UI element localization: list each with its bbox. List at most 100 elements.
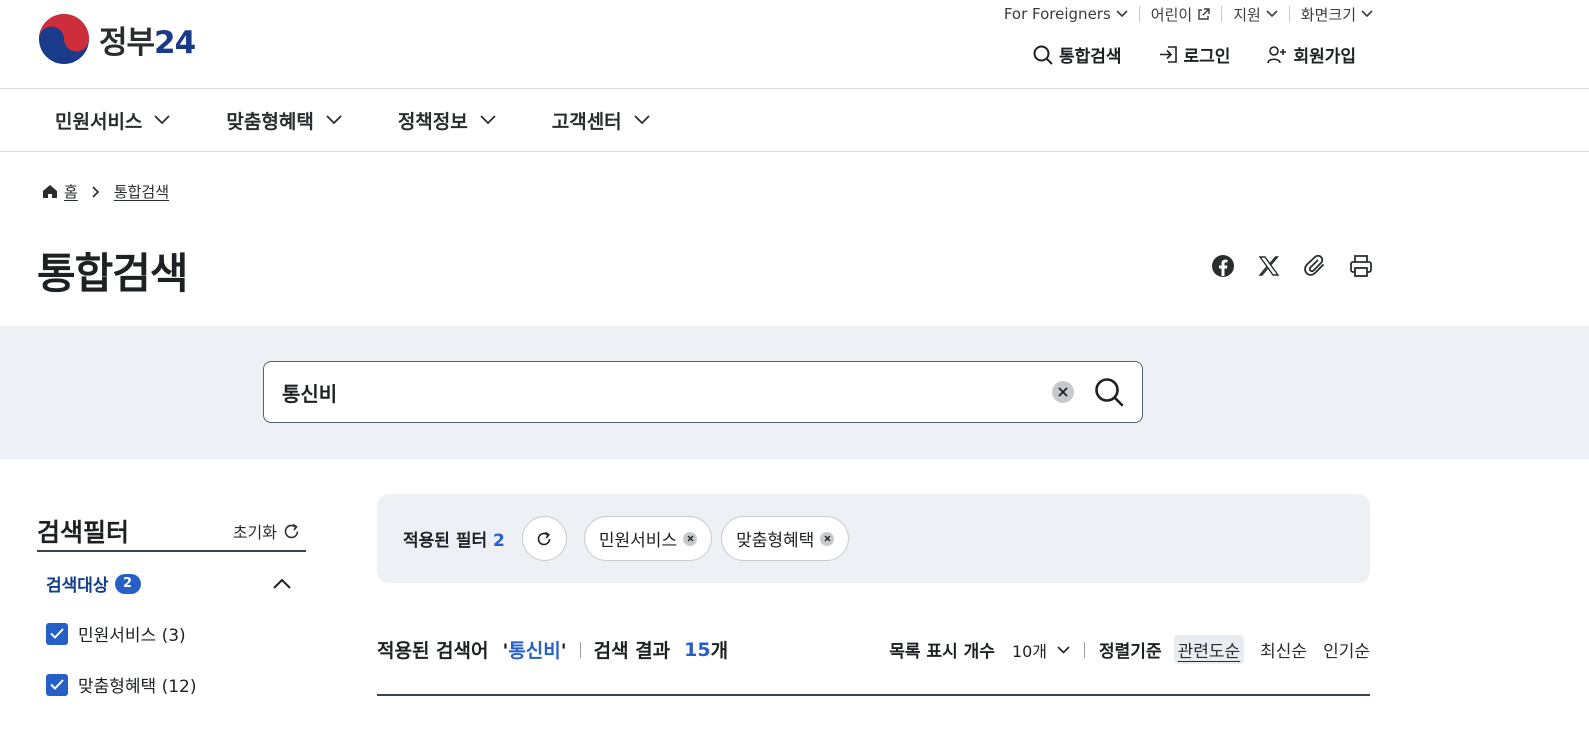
check-icon — [50, 679, 64, 690]
screen-size-menu[interactable]: 화면크기 — [1290, 4, 1373, 24]
chevron-down-icon — [1266, 10, 1278, 18]
sort-option-latest[interactable]: 최신순 — [1260, 637, 1307, 662]
gnb-label: 정책정보 — [397, 110, 468, 133]
login-button[interactable]: 로그인 — [1159, 42, 1231, 67]
header-search-button[interactable]: 통합검색 — [1033, 42, 1122, 67]
page-size-label: 목록 표시 개수 — [889, 642, 995, 662]
chevron-down-icon — [1057, 645, 1070, 654]
gnb-label: 고객센터 — [551, 110, 622, 133]
sort-option-relevance[interactable]: 관련도순 — [1173, 635, 1245, 664]
applied-filters-bar: 적용된 필터 2 민원서비스 맞춤형혜택 — [377, 494, 1370, 583]
close-icon — [824, 535, 831, 542]
filter-group-toggle[interactable]: 검색대상 2 — [37, 571, 306, 596]
external-link-icon — [1198, 7, 1210, 20]
support-menu[interactable]: 지원 — [1222, 4, 1289, 24]
share-toolbar — [1210, 253, 1374, 279]
refresh-icon — [284, 523, 299, 538]
check-icon — [50, 628, 64, 639]
filter-header: 검색필터 초기화 — [37, 512, 306, 552]
filter-option-label: 민원서비스 (3) — [78, 626, 186, 646]
global-nav: 민원서비스 맞춤형혜택 정책정보 고객센터 — [0, 89, 1589, 152]
gnb-item-custom-benefits[interactable]: 맞춤형혜택 — [226, 107, 342, 134]
print-button[interactable] — [1348, 253, 1374, 279]
page-size-value: 10개 — [1011, 641, 1048, 661]
results-summary-bar: 적용된 검색어 '통신비' 검색 결과 15 개 목록 표시 개수 10개 정렬기… — [377, 633, 1370, 696]
page-title: 통합검색 — [37, 249, 189, 298]
chevron-down-icon — [480, 115, 496, 125]
chevron-down-icon — [634, 115, 650, 125]
signup-button[interactable]: 회원가입 — [1267, 42, 1356, 67]
gnb-label: 민원서비스 — [55, 110, 143, 133]
for-foreigners-menu[interactable]: For Foreigners — [993, 4, 1139, 24]
sort-label: 정렬기준 — [1099, 642, 1162, 662]
gnb-item-policy-info[interactable]: 정책정보 — [398, 107, 496, 134]
filter-chip-custom-benefits[interactable]: 맞춤형혜택 — [721, 516, 850, 561]
header-actions: 통합검색 로그인 회원가입 — [1033, 42, 1356, 67]
link-icon — [1304, 254, 1324, 276]
page-size-select[interactable]: 10개 — [1012, 638, 1070, 662]
filter-chip-label: 맞춤형혜택 — [736, 531, 815, 551]
search-icon — [1033, 45, 1053, 65]
refresh-icon — [538, 531, 551, 545]
home-icon — [43, 185, 57, 198]
search-submit-button[interactable] — [1094, 377, 1124, 407]
kids-link[interactable]: 어린이 — [1140, 4, 1221, 24]
support-label: 지원 — [1233, 5, 1261, 24]
x-icon — [1258, 256, 1280, 276]
screen-size-label: 화면크기 — [1300, 5, 1356, 24]
gnb-item-customer-center[interactable]: 고객센터 — [552, 107, 650, 134]
filter-title: 검색필터 — [37, 518, 130, 547]
remove-chip-button[interactable] — [683, 531, 698, 546]
breadcrumb-current[interactable]: 통합검색 — [114, 181, 169, 202]
utility-menu: For Foreigners 어린이 지원 화면크기 — [993, 4, 1373, 24]
print-icon — [1350, 255, 1372, 277]
breadcrumb: 홈 통합검색 — [42, 181, 169, 202]
checkbox-checked[interactable] — [46, 622, 68, 645]
login-icon — [1159, 46, 1177, 63]
chevron-down-icon — [1116, 10, 1128, 18]
filter-reset-button[interactable]: 초기화 — [233, 519, 300, 543]
filter-chip-label: 민원서비스 — [598, 531, 678, 551]
clear-search-button[interactable] — [1052, 381, 1074, 403]
search-input[interactable] — [282, 380, 1052, 404]
login-label: 로그인 — [1183, 47, 1231, 67]
sort-option-popular[interactable]: 인기순 — [1323, 637, 1370, 662]
search-icon — [1095, 378, 1124, 407]
filter-chip-civil-service[interactable]: 민원서비스 — [583, 516, 713, 561]
result-count-label: 검색 결과 — [593, 640, 671, 662]
filter-option-civil-service[interactable]: 민원서비스 (3) — [46, 621, 306, 646]
summary-divider — [579, 641, 581, 658]
filter-option-label: 맞춤형혜택 (12) — [78, 677, 197, 697]
x-share-button[interactable] — [1256, 253, 1282, 279]
applied-filters-reset-button[interactable] — [521, 516, 567, 561]
for-foreigners-label: For Foreigners — [1003, 5, 1111, 23]
facebook-icon — [1212, 255, 1234, 277]
search-box — [263, 361, 1143, 423]
checkbox-checked[interactable] — [46, 673, 68, 696]
search-filter-panel: 검색필터 초기화 검색대상 2 민원서비스 (3) 맞춤형혜택 (12) — [37, 512, 306, 697]
taegeuk-emblem-icon — [39, 14, 89, 64]
applied-filters-label: 적용된 필터 2 — [403, 531, 505, 551]
filter-group-label: 검색대상 2 — [46, 571, 141, 596]
filter-group-count-badge: 2 — [114, 573, 141, 594]
site-header: 정부24 For Foreigners 어린이 지원 화면크기 통합검색 로그인… — [0, 0, 1589, 89]
facebook-share-button[interactable] — [1210, 253, 1236, 279]
signup-label: 회원가입 — [1293, 47, 1356, 67]
applied-filters-count: 2 — [493, 531, 505, 551]
result-count-unit: 개 — [710, 640, 729, 662]
remove-chip-button[interactable] — [820, 531, 835, 546]
filter-reset-label: 초기화 — [232, 523, 277, 542]
chevron-right-icon — [92, 185, 99, 198]
breadcrumb-home[interactable]: 홈 — [42, 181, 78, 202]
header-search-label: 통합검색 — [1058, 47, 1122, 67]
breadcrumb-home-label: 홈 — [64, 183, 78, 201]
filter-option-custom-benefits[interactable]: 맞춤형혜택 (12) — [46, 672, 306, 697]
logo-wordmark: 정부24 — [99, 24, 196, 61]
copy-link-button[interactable] — [1302, 253, 1328, 279]
user-plus-icon — [1267, 45, 1287, 63]
applied-keyword: '통신비' — [502, 640, 567, 662]
kids-label: 어린이 — [1150, 5, 1193, 24]
list-controls: 목록 표시 개수 10개 정렬기준 관련도순 최신순 인기순 — [889, 633, 1370, 666]
gnb-item-civil-service[interactable]: 민원서비스 — [55, 107, 171, 134]
site-logo[interactable]: 정부24 — [37, 13, 196, 65]
